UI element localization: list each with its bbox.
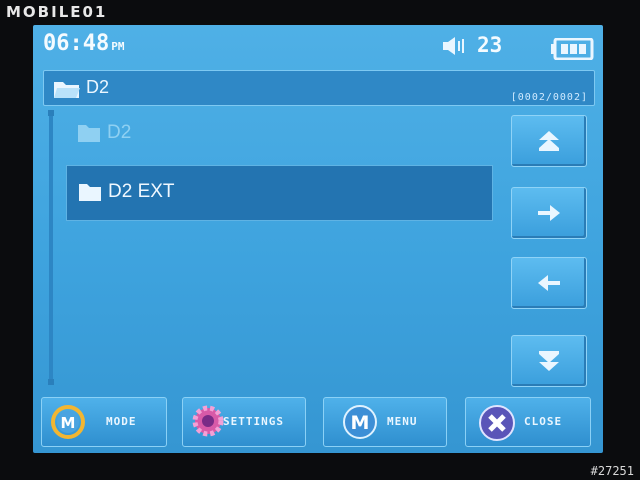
bottom-toolbar: M MODE SETTINGS M MENU CLOSE xyxy=(33,395,603,453)
menu-button[interactable]: M MENU xyxy=(323,397,447,447)
folder-icon xyxy=(77,123,101,149)
menu-label: MENU xyxy=(387,415,418,428)
clock-ampm: PM xyxy=(111,40,125,53)
enter-folder-button[interactable] xyxy=(511,187,587,239)
folder-open-icon xyxy=(53,79,81,103)
mode-icon: M xyxy=(50,404,86,444)
menu-m-icon: M xyxy=(342,404,378,444)
close-label: CLOSE xyxy=(524,415,563,428)
list-item-label: D2 EXT xyxy=(108,181,175,202)
mode-label: MODE xyxy=(106,415,137,428)
file-counter: [0002/0002] xyxy=(510,92,588,103)
device-screen: 06:48 PM 23 D2 [0002/0002] D2 D2 EXT M M… xyxy=(33,25,603,453)
back-button[interactable] xyxy=(511,257,587,309)
folder-icon xyxy=(78,182,102,208)
list-item-d2-ext[interactable]: D2 EXT xyxy=(66,165,493,221)
settings-button[interactable]: SETTINGS xyxy=(182,397,306,447)
settings-label: SETTINGS xyxy=(223,415,284,428)
svg-text:M: M xyxy=(61,414,76,432)
watermark: MOBILE01 xyxy=(6,3,108,21)
path-bar: D2 [0002/0002] xyxy=(43,70,595,106)
photo-id: #27251 xyxy=(590,464,634,478)
svg-text:M: M xyxy=(351,412,370,434)
volume-level: 23 xyxy=(477,33,503,57)
status-bar: 06:48 PM 23 xyxy=(33,25,603,65)
list-scrollbar[interactable] xyxy=(48,110,54,385)
list-item-label: D2 xyxy=(107,122,132,143)
list-item-d2[interactable]: D2 xyxy=(66,107,493,161)
clock-time: 06:48 xyxy=(43,31,110,56)
battery-icon xyxy=(550,37,594,64)
gear-icon xyxy=(191,404,225,442)
scrollbar-bottom-cap xyxy=(48,379,54,385)
mode-button[interactable]: M MODE xyxy=(41,397,167,447)
clock: 06:48 PM xyxy=(43,31,124,56)
close-x-icon xyxy=(478,404,516,446)
file-list: D2 D2 EXT xyxy=(66,107,493,225)
page-down-button[interactable] xyxy=(511,335,587,387)
speaker-icon xyxy=(441,36,471,60)
scrollbar-top-cap xyxy=(48,110,54,116)
page-up-button[interactable] xyxy=(511,115,587,167)
close-button[interactable]: CLOSE xyxy=(465,397,591,447)
current-path: D2 xyxy=(86,77,110,97)
